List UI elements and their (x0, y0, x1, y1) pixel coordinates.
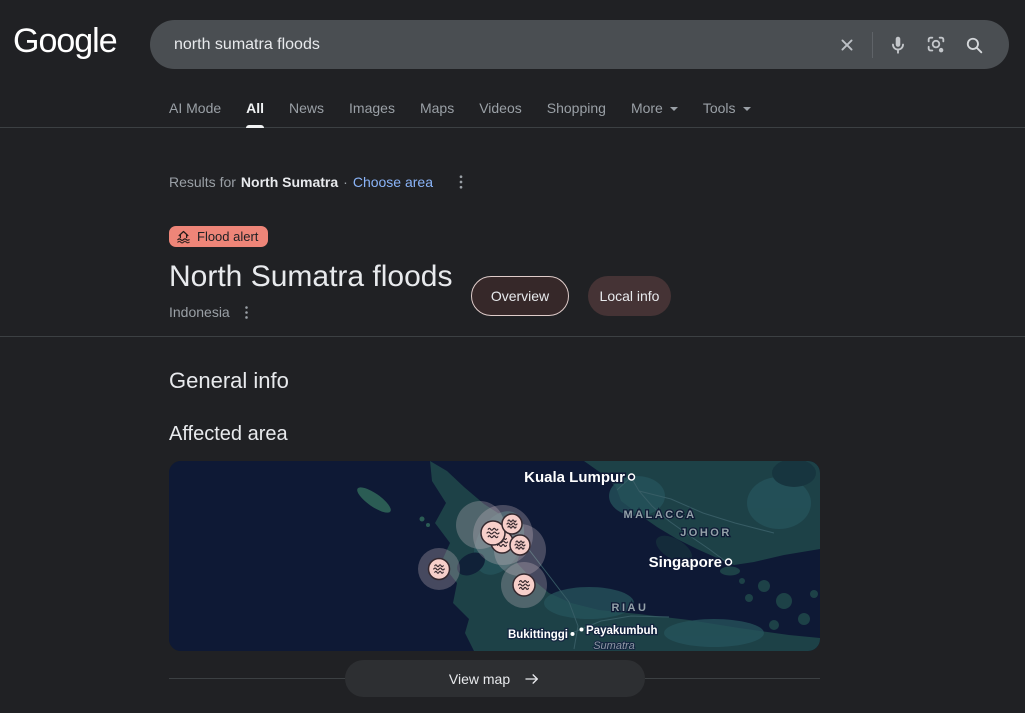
affected-area-heading: Affected area (169, 423, 288, 446)
tab-label: AI Mode (169, 100, 221, 116)
chevron-down-icon (743, 107, 751, 115)
clear-icon[interactable] (828, 26, 866, 64)
choose-area-link[interactable]: Choose area (353, 174, 433, 190)
tab-tools[interactable]: Tools (703, 94, 751, 128)
chevron-down-icon (670, 107, 678, 115)
arrow-right-icon (523, 670, 541, 688)
flood-alert-badge: Flood alert (169, 226, 268, 247)
city-dot-singapore (726, 559, 732, 565)
results-prefix: Results for (169, 174, 236, 190)
more-options-icon[interactable] (236, 301, 258, 323)
map-label-sumatra: Sumatra (593, 640, 635, 651)
results-location-bar: Results for North Sumatra · Choose area (169, 171, 472, 193)
tab-label: More (631, 100, 663, 116)
affected-area-map[interactable]: Kuala Lumpur MALACCA JOHOR Singapore RIA… (169, 461, 820, 651)
event-country: Indonesia (169, 304, 230, 320)
tab-label: News (289, 100, 324, 116)
tab-images[interactable]: Images (349, 94, 395, 128)
tab-ai-mode[interactable]: AI Mode (169, 94, 221, 128)
lens-icon[interactable] (917, 26, 955, 64)
tab-videos[interactable]: Videos (479, 94, 522, 128)
dot-separator: · (343, 174, 348, 190)
flood-marker[interactable] (429, 559, 450, 580)
flood-house-icon (176, 229, 191, 244)
view-map-label: View map (449, 671, 510, 687)
google-search-page: Google (0, 0, 1025, 713)
tab-local-info[interactable]: Local info (588, 276, 671, 316)
town-dot-bukittinggi (571, 632, 575, 636)
search-header: Google (0, 0, 1025, 128)
tab-overview[interactable]: Overview (471, 276, 569, 316)
results-area: North Sumatra (241, 174, 338, 190)
map-label-payakumbuh: Payakumbuh (586, 625, 658, 637)
tab-label: Images (349, 100, 395, 116)
flood-marker[interactable] (513, 574, 535, 596)
tab-label: Shopping (547, 100, 606, 116)
city-dot-kuala-lumpur (629, 474, 635, 480)
tab-label: Maps (420, 100, 454, 116)
search-nav-tabs: AI Mode All News Images Maps Videos Shop… (169, 94, 751, 128)
search-bar-divider (872, 32, 873, 58)
tab-label: Tools (703, 100, 736, 116)
general-info-heading: General info (169, 368, 289, 394)
more-options-icon[interactable] (450, 171, 472, 193)
chip-label: Overview (491, 288, 549, 304)
map-label-singapore: Singapore (649, 554, 722, 571)
map-label-bukittinggi: Bukittinggi (508, 629, 568, 641)
flood-marker[interactable] (502, 514, 522, 534)
chip-label: Local info (600, 288, 660, 304)
mic-icon[interactable] (879, 26, 917, 64)
map-label-johor: JOHOR (680, 527, 732, 539)
tab-shopping[interactable]: Shopping (547, 94, 606, 128)
search-bar-icons (828, 26, 993, 64)
search-input[interactable] (174, 36, 828, 54)
flood-alert-label: Flood alert (197, 229, 258, 244)
section-divider (0, 336, 1025, 337)
event-subtitle-row: Indonesia (169, 301, 258, 323)
town-dot-payakumbuh (580, 628, 584, 632)
search-icon[interactable] (955, 26, 993, 64)
search-bar[interactable] (150, 20, 1009, 69)
map-label-malacca: MALACCA (623, 509, 696, 521)
page-title: North Sumatra floods (169, 260, 452, 294)
tab-news[interactable]: News (289, 94, 324, 128)
tab-maps[interactable]: Maps (420, 94, 454, 128)
map-label-kuala-lumpur: Kuala Lumpur (524, 469, 625, 486)
tab-all[interactable]: All (246, 94, 264, 128)
google-logo[interactable]: Google (13, 22, 117, 61)
map-label-riau: RIAU (612, 602, 649, 614)
view-map-button[interactable]: View map (345, 660, 645, 697)
tab-label: All (246, 100, 264, 116)
flood-marker[interactable] (510, 535, 530, 555)
tab-label: Videos (479, 100, 522, 116)
tab-more[interactable]: More (631, 94, 678, 128)
